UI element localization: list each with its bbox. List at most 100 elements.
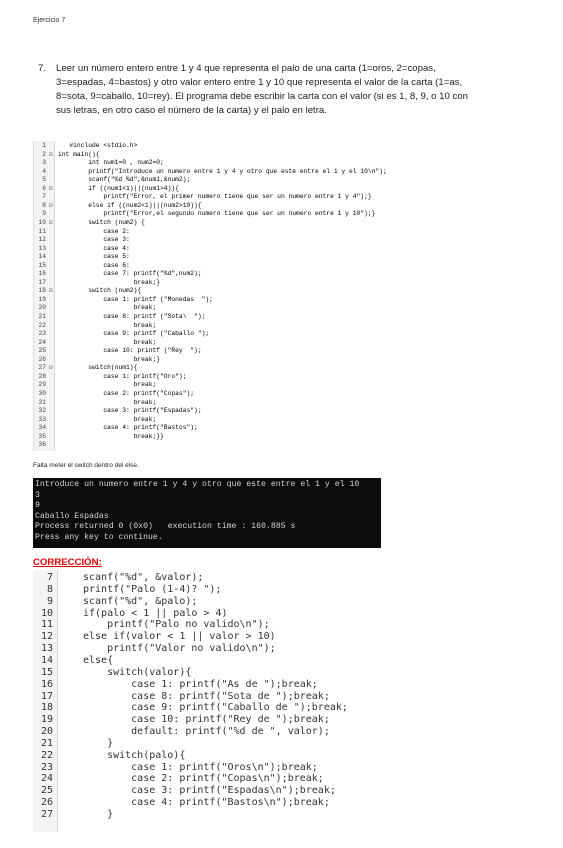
code-text: case 4: printf("Bastos\n");break; xyxy=(83,797,330,809)
corrected-code-listing: 7 scanf("%d", &valor); 8 printf("Palo (1-4)… xyxy=(33,570,353,832)
code-text: break; xyxy=(58,398,157,406)
code-text: switch(num1){ xyxy=(58,364,138,372)
line-number: 11 xyxy=(40,619,53,631)
line-number: 13 xyxy=(38,244,46,252)
line-number: 1 xyxy=(42,142,46,149)
code-text: case 2: printf("Copas\n");break; xyxy=(83,773,324,785)
code-text: break;} xyxy=(58,278,161,286)
line-number: 26 xyxy=(38,355,46,363)
code-text: int main(){ xyxy=(58,150,100,158)
line-number: 9 xyxy=(42,210,46,218)
line-number: 7 xyxy=(46,572,53,583)
line-number: 4 xyxy=(42,167,46,175)
code-text: case 4: xyxy=(58,244,130,252)
line-number: 14 xyxy=(40,654,53,666)
code-text: #include <stdio.h> xyxy=(58,142,138,149)
code-text: printf("Palo no valido\n"); xyxy=(83,619,270,631)
code-text: case 9: printf("Caballo de ");break; xyxy=(83,702,348,714)
page-header: Ejercicio 7 xyxy=(33,17,66,24)
line-number: 23 xyxy=(38,330,46,338)
code-text: case 3: printf("Espadas\n");break; xyxy=(83,785,336,797)
code-text: else if ((num2<1)||(num2>10)){ xyxy=(58,201,202,209)
code-text: break; xyxy=(58,304,157,312)
line-number: 9 xyxy=(46,595,53,607)
code-text: } xyxy=(83,737,114,749)
console-output: Introduce un numero entre 1 y 4 y otro q… xyxy=(33,478,381,548)
code-text: case 3: printf("Espadas"); xyxy=(58,407,202,415)
fold-marker-icon[interactable]: ⊟ xyxy=(49,364,55,371)
console-line: Press any key to continue. xyxy=(35,532,163,542)
line-number: 10 xyxy=(40,607,53,619)
line-number: 31 xyxy=(38,398,46,406)
line-number: 18 xyxy=(40,702,53,714)
code-text: case 10: printf("Rey de ");break; xyxy=(83,714,330,726)
code-text: printf("Valor no valido\n"); xyxy=(83,643,276,655)
code-text: switch(palo){ xyxy=(83,749,186,761)
code-text: printf("Palo (1-4)? "); xyxy=(83,583,222,595)
code-text: if(palo < 1 || palo > 4) xyxy=(83,607,228,619)
line-number: 5 xyxy=(42,176,46,184)
line-number: 21 xyxy=(40,737,53,749)
fold-marker-icon[interactable]: ⊟ xyxy=(49,202,55,209)
code-text: switch (num2){ xyxy=(58,287,142,295)
line-number: 8 xyxy=(42,201,46,209)
console-line: Introduce un numero entre 1 y 4 y otro q… xyxy=(35,480,360,489)
code-text: case 9: printf ("Caballo "); xyxy=(58,330,210,338)
line-number: 8 xyxy=(46,583,53,595)
line-number: 22 xyxy=(40,749,53,761)
line-number: 26 xyxy=(40,797,53,809)
code-text: case 1: printf("Oro"); xyxy=(58,372,187,380)
console-line: 3 xyxy=(35,490,40,500)
line-number: 3 xyxy=(42,159,46,167)
line-number: 20 xyxy=(38,304,46,312)
line-number: 2 xyxy=(42,150,46,158)
line-number: 33 xyxy=(38,415,46,423)
line-number: 17 xyxy=(38,278,46,286)
fold-marker-icon[interactable]: ⊟ xyxy=(49,185,55,192)
line-number: 32 xyxy=(38,407,46,415)
code-text: case 1: printf("Oros\n");break; xyxy=(83,761,318,773)
line-number: 16 xyxy=(40,678,53,690)
line-number: 11 xyxy=(38,227,46,235)
code-text: else{ xyxy=(83,654,114,666)
code-text: printf("Introduce un numero entre 1 y 4 … xyxy=(58,167,387,175)
line-number: 35 xyxy=(38,432,46,440)
review-note: Falta meter el switch dentro del else. xyxy=(33,462,139,469)
line-number: 29 xyxy=(38,381,46,389)
line-number: 24 xyxy=(40,773,53,785)
code-text: switch(valor){ xyxy=(83,666,192,678)
fold-marker-icon[interactable]: ⊟ xyxy=(49,287,55,294)
line-number: 13 xyxy=(40,643,53,655)
line-number: 24 xyxy=(38,338,46,346)
code-text: printf("Error, el primer numero tiene qu… xyxy=(58,193,372,201)
code-text: case 8: printf ("Sota\ "); xyxy=(58,313,206,320)
line-number: 12 xyxy=(38,236,46,244)
console-line: 9 xyxy=(35,501,40,511)
exercise-text: Leer un número entero entre 1 y 4 que re… xyxy=(56,63,468,116)
code-text: else if(valor < 1 || valor > 10) xyxy=(83,631,276,643)
line-number: 20 xyxy=(40,726,53,738)
code-text: case 3: xyxy=(58,236,130,244)
code-text: case 7: printf("%d",num2); xyxy=(58,270,202,278)
code-text: case 2: printf("Copas"); xyxy=(58,389,195,397)
line-number: 19 xyxy=(40,714,53,726)
line-number: 15 xyxy=(40,666,53,678)
line-number: 28 xyxy=(38,372,46,380)
exercise-number: 7. xyxy=(38,63,47,74)
code-text: switch (num2) { xyxy=(58,218,145,226)
line-number: 34 xyxy=(38,424,46,432)
fold-marker-icon[interactable]: ⊟ xyxy=(49,151,55,158)
line-number: 21 xyxy=(38,313,46,320)
line-number: 15 xyxy=(38,261,46,269)
code-text: scanf("%d", &palo); xyxy=(83,595,198,607)
code-text: default: printf("%d de ", valor); xyxy=(83,726,330,738)
code-text: break;} xyxy=(58,355,161,363)
line-number: 25 xyxy=(38,347,46,355)
line-number: 14 xyxy=(38,253,46,261)
line-number: 17 xyxy=(40,690,53,702)
line-number: 7 xyxy=(42,193,46,201)
fold-marker-icon[interactable]: ⊟ xyxy=(49,219,55,226)
line-number: 36 xyxy=(38,441,46,449)
code-text: case 1: printf("As de ");break; xyxy=(83,678,318,690)
line-number: 30 xyxy=(38,389,46,397)
